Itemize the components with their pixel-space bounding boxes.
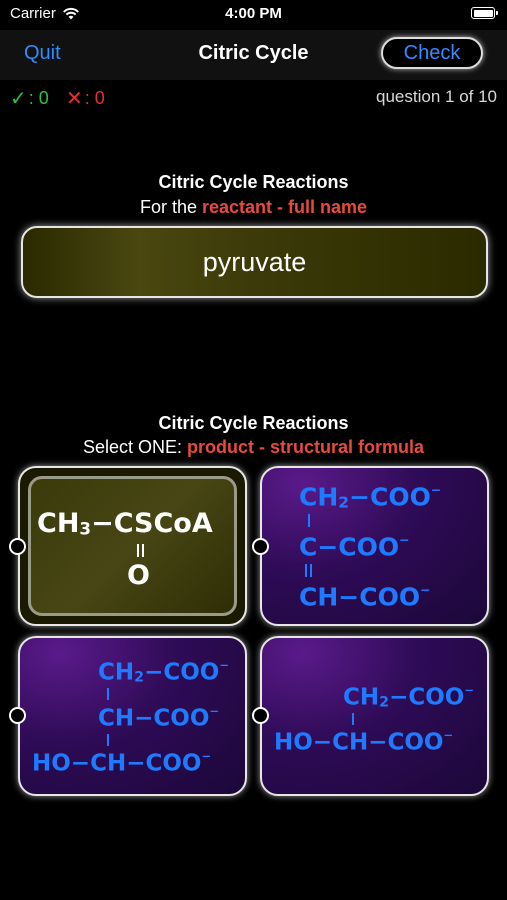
correct-score: ✓ : 0 <box>10 86 49 111</box>
product-section-title: Citric Cycle Reactions <box>158 413 349 433</box>
answer-option-3[interactable]: CH2−COO− CH−COO− HO−CH−COO− <box>18 636 247 796</box>
option-2-double-bond <box>305 564 312 577</box>
option-1-double-bond <box>137 544 144 557</box>
reactant-box: pyruvate <box>21 226 488 298</box>
option-4-radio[interactable] <box>252 707 269 724</box>
option-3-formula-line-3: HO−CH−COO− <box>32 749 212 777</box>
product-prompt-highlight: product - structural formula <box>187 437 425 457</box>
answer-option-2[interactable]: CH2−COO− C−COO− CH−COO− <box>260 466 489 626</box>
wrong-score: ✕ : 0 <box>66 86 105 111</box>
check-button[interactable]: Check <box>381 37 483 69</box>
option-2-formula-line-2: C−COO− <box>299 532 410 562</box>
reactant-prompt-highlight: reactant - full name <box>201 197 368 217</box>
option-1-radio[interactable] <box>9 538 26 555</box>
nav-bar: Quit Citric Cycle Check <box>0 30 507 80</box>
cross-icon: ✕ <box>66 88 83 110</box>
quit-button[interactable]: Quit <box>24 42 61 65</box>
option-3-formula-line-1: CH2−COO− <box>98 658 229 686</box>
wrong-count: : 0 <box>84 88 105 108</box>
product-prompt: Select ONE: product - structural formula <box>0 437 507 458</box>
option-3-radio[interactable] <box>9 707 26 724</box>
option-3-bond-1 <box>107 688 109 700</box>
score-row: ✓ : 0 ✕ : 0 question 1 of 10 <box>0 84 507 110</box>
option-2-formula-line-3: CH−COO− <box>299 582 431 612</box>
option-2-radio[interactable] <box>252 538 269 555</box>
product-prompt-prefix: Select ONE: <box>82 437 188 457</box>
option-3-bond-2 <box>107 734 109 746</box>
option-3-formula-line-2: CH−COO− <box>98 704 220 732</box>
option-1-inner-frame <box>28 476 237 616</box>
option-2-formula-line-1: CH2−COO− <box>299 482 442 512</box>
battery-icon <box>471 7 498 19</box>
answer-option-4[interactable]: CH2−COO− HO−CH−COO− <box>260 636 489 796</box>
answer-option-1[interactable]: CH3−CSCoA O <box>18 466 247 626</box>
reactant-prompt: For the reactant - full name <box>0 197 507 218</box>
option-4-formula-line-2: HO−CH−COO− <box>274 728 454 756</box>
reactant-prompt-prefix: For the <box>139 197 202 217</box>
correct-count: : 0 <box>28 88 49 108</box>
reactant-value: pyruvate <box>202 246 307 277</box>
question-counter: question 1 of 10 <box>376 87 497 106</box>
status-time: 4:00 PM <box>225 5 282 22</box>
option-4-formula-line-1: CH2−COO− <box>343 683 474 711</box>
option-2-bond-1 <box>308 514 310 527</box>
option-1-formula-line-2: O <box>127 560 150 591</box>
reactant-section-title: Citric Cycle Reactions <box>158 172 349 192</box>
checkmark-icon: ✓ <box>10 88 27 110</box>
status-bar: Carrier 4:00 PM <box>0 0 507 30</box>
option-1-formula-line-1: CH3−CSCoA <box>37 508 213 539</box>
option-4-bond-1 <box>352 713 354 725</box>
